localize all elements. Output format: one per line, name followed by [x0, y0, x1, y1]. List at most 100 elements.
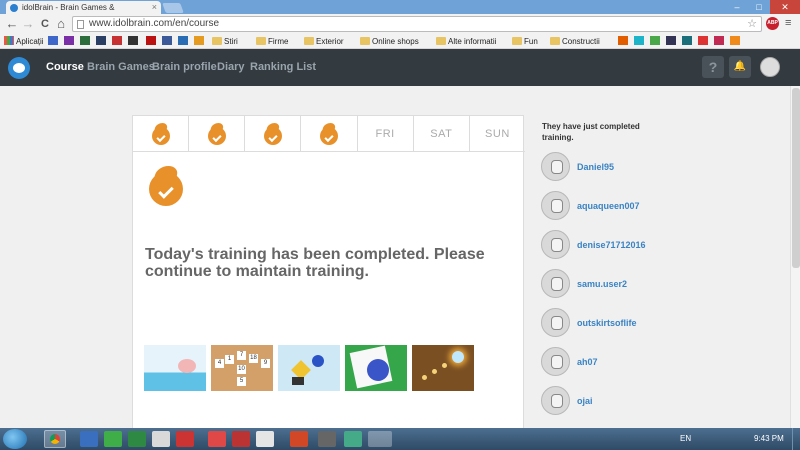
nav-brain-profile[interactable]: Brain profile [152, 61, 217, 73]
taskbar-app-icon[interactable] [152, 431, 170, 447]
page-scrollbar[interactable] [790, 86, 800, 428]
window-titlebar: idolBrain - Brain Games & × – □ ✕ [0, 0, 800, 15]
tab-close-icon[interactable]: × [152, 2, 157, 12]
clock[interactable]: 9:43 PM [754, 434, 784, 443]
game-thumbnail[interactable] [412, 345, 474, 391]
idolbrain-logo[interactable] [8, 57, 30, 79]
home-button[interactable]: ⌂ [53, 16, 69, 32]
back-button[interactable]: ← [4, 16, 20, 32]
nav-brain-games[interactable]: Brain Games [87, 61, 155, 73]
system-tray: EN 9:43 PM [670, 428, 800, 450]
show-desktop-button[interactable] [792, 428, 800, 450]
user-avatar[interactable] [541, 191, 570, 220]
game-thumbnail[interactable] [144, 345, 206, 391]
taskbar-app-icon[interactable] [290, 431, 308, 447]
bookmark-favicon-icon[interactable] [162, 36, 172, 45]
username-link[interactable]: ah07 [577, 357, 598, 367]
minimize-button[interactable]: – [726, 0, 748, 14]
bookmark-folder[interactable]: Alte informatii [436, 36, 496, 47]
list-item[interactable]: aquaqueen007 [541, 191, 741, 230]
bookmark-folder[interactable]: Online shops [360, 36, 419, 47]
taskbar-app-icon[interactable] [232, 431, 250, 447]
user-avatar[interactable] [541, 230, 570, 259]
folder-icon [360, 37, 370, 45]
user-avatar[interactable] [541, 269, 570, 298]
bookmark-favicon-icon[interactable] [666, 36, 676, 45]
taskbar-app-icon[interactable] [104, 431, 122, 447]
nav-diary[interactable]: Diary [217, 61, 245, 73]
taskbar-app-icon[interactable] [256, 431, 274, 447]
bookmark-favicon-icon[interactable] [714, 36, 724, 45]
bookmark-favicon-icon[interactable] [48, 36, 58, 45]
list-item[interactable]: ah07 [541, 347, 741, 386]
taskbar-app-icon[interactable] [176, 431, 194, 447]
bookmark-folder[interactable]: Stiri [212, 36, 238, 47]
notification-bell-icon[interactable]: 🔔 [729, 56, 751, 78]
reload-button[interactable]: C [37, 16, 53, 32]
bookmark-folder[interactable]: Constructii [550, 36, 600, 47]
forward-button[interactable]: → [20, 16, 36, 32]
nav-course[interactable]: Course [46, 61, 84, 73]
bookmark-folder[interactable]: Firme [256, 36, 288, 47]
taskbar-app-icon[interactable] [80, 431, 98, 447]
bookmark-favicon-icon[interactable] [698, 36, 708, 45]
bookmark-favicon-icon[interactable] [650, 36, 660, 45]
bookmark-favicon-icon[interactable] [618, 36, 628, 45]
adblock-icon[interactable]: ABP [766, 17, 779, 30]
game-thumbnail[interactable] [345, 345, 407, 391]
user-avatar[interactable] [541, 386, 570, 415]
username-link[interactable]: aquaqueen007 [577, 201, 640, 211]
maximize-button[interactable]: □ [748, 0, 770, 14]
bookmark-favicon-icon[interactable] [112, 36, 122, 45]
language-indicator[interactable]: EN [680, 434, 691, 443]
user-avatar[interactable] [541, 308, 570, 337]
bookmark-favicon-icon[interactable] [96, 36, 106, 45]
game-thumbnail[interactable]: 4 1 7 18 9 10 5 [211, 345, 273, 391]
bookmark-favicon-icon[interactable] [178, 36, 188, 45]
taskbar-chrome[interactable] [44, 430, 66, 448]
flame-check-icon [263, 122, 282, 145]
list-item[interactable]: ojai [541, 386, 741, 425]
new-tab-button[interactable] [162, 3, 184, 13]
bookmark-favicon-icon[interactable] [730, 36, 740, 45]
apps-grid-icon [4, 36, 14, 45]
bookmark-favicon-icon[interactable] [194, 36, 204, 45]
bookmark-favicon-icon[interactable] [682, 36, 692, 45]
bookmark-favicon-icon[interactable] [146, 36, 156, 45]
scrollbar-thumb[interactable] [792, 88, 800, 268]
bookmark-favicon-icon[interactable] [64, 36, 74, 45]
address-bar[interactable]: www.idolbrain.com/en/course ☆ [72, 16, 762, 32]
list-item[interactable]: outskirtsoflife [541, 308, 741, 347]
user-avatar[interactable] [541, 347, 570, 376]
game-thumbnail[interactable] [278, 345, 340, 391]
close-window-button[interactable]: ✕ [770, 0, 800, 14]
username-link[interactable]: denise71712016 [577, 240, 646, 250]
user-avatar[interactable] [760, 57, 780, 77]
taskbar-app-icon[interactable] [128, 431, 146, 447]
help-icon[interactable]: ? [702, 56, 724, 78]
list-item[interactable]: denise71712016 [541, 230, 741, 269]
username-link[interactable]: samu.user2 [577, 279, 627, 289]
browser-tab[interactable]: idolBrain - Brain Games & × [6, 1, 161, 15]
taskbar-app-icon[interactable] [344, 431, 362, 447]
bookmark-favicon-icon[interactable] [634, 36, 644, 45]
bookmark-apps[interactable]: Aplicații [4, 36, 44, 47]
chrome-menu-icon[interactable]: ≡ [785, 17, 795, 29]
taskbar-app-icon[interactable] [368, 431, 392, 447]
bookmark-folder[interactable]: Fun [512, 36, 538, 47]
bookmark-folder[interactable]: Exterior [304, 36, 344, 47]
username-link[interactable]: Daniel95 [577, 162, 614, 172]
nav-ranking-list[interactable]: Ranking List [250, 61, 316, 73]
start-button[interactable] [3, 429, 27, 449]
list-item[interactable]: samu.user2 [541, 269, 741, 308]
training-card: FRI SAT SUN Today's training has been co… [132, 115, 525, 435]
user-avatar[interactable] [541, 152, 570, 181]
taskbar-app-icon[interactable] [318, 431, 336, 447]
username-link[interactable]: outskirtsoflife [577, 318, 637, 328]
bookmark-favicon-icon[interactable] [128, 36, 138, 45]
bookmark-favicon-icon[interactable] [80, 36, 90, 45]
bookmark-star-icon[interactable]: ☆ [747, 17, 757, 30]
username-link[interactable]: ojai [577, 396, 593, 406]
taskbar-app-icon[interactable] [208, 431, 226, 447]
list-item[interactable]: Daniel95 [541, 152, 741, 191]
